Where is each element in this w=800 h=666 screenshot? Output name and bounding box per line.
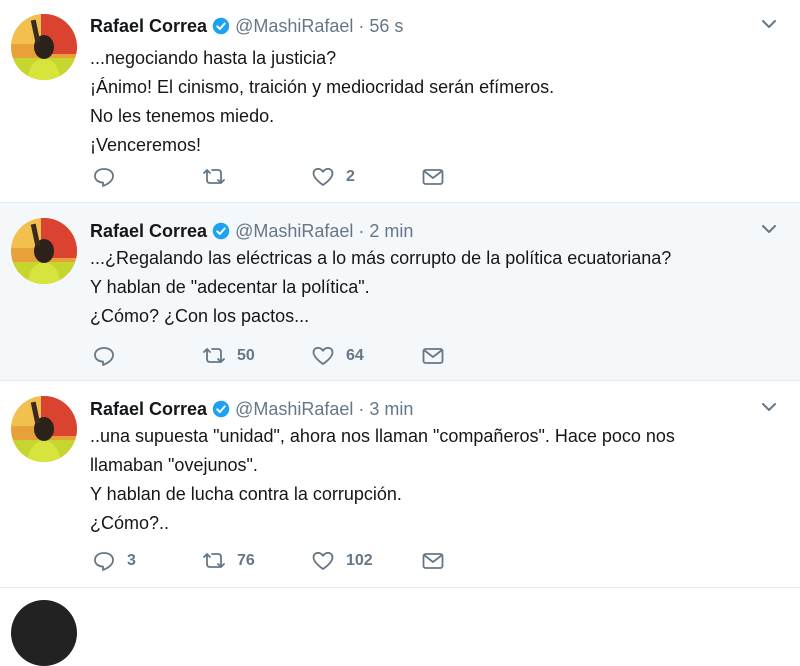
chevron-down-icon[interactable] [760,15,778,33]
reply-button[interactable] [92,343,127,369]
author-handle[interactable]: @MashiRafael [235,16,353,37]
separator-dot: · [358,220,365,241]
tweet-header: Rafael Correa @MashiRafael · 56 s [90,14,403,38]
tweet-text: ...negociando hasta la justicia? ¡Ánimo!… [90,44,780,160]
avatar[interactable] [11,218,77,284]
heart-icon [312,167,334,186]
reply-button[interactable]: 3 [92,548,136,574]
retweet-count: 76 [237,552,255,569]
tweet-text-line: No les tenemos miedo. [90,106,275,126]
tweet-text: ...¿Regalando las eléctricas a lo más co… [90,244,780,331]
direct-message-button[interactable] [421,164,445,190]
tweet-text-line: Y hablan de "adecentar la política". [90,277,370,297]
tweet-text-line: ...¿Regalando las eléctricas a lo más co… [90,248,672,268]
avatar-image [11,14,77,80]
retweet-button[interactable]: 76 [202,548,255,574]
like-count: 2 [346,168,355,185]
separator-dot: · [358,15,365,36]
author-name[interactable]: Rafael Correa [90,16,207,37]
retweet-button[interactable] [202,164,237,190]
tweet-text-line: ...negociando hasta la justicia? [90,48,337,68]
chevron-down-icon[interactable] [760,398,778,416]
author-name[interactable]: Rafael Correa [90,399,207,420]
tweet-text: ..una supuesta "unidad", ahora nos llama… [90,422,780,538]
envelope-icon [422,348,444,364]
envelope-icon [422,553,444,569]
tweet-text-line: ¿Cómo? ¿Con los pactos... [90,306,310,326]
tweet-text-line: ..una supuesta "unidad", ahora nos llama… [90,426,675,446]
tweet-header: Rafael Correa @MashiRafael · 2 min [90,219,413,243]
tweet[interactable]: Rafael Correa @MashiRafael · 3 min ..una… [0,381,800,588]
tweet-actions: 3 76 102 [92,548,452,574]
retweet-button[interactable]: 50 [202,343,255,369]
tweet-text-line: llamaban "ovejunos". [90,455,258,475]
like-count: 102 [346,552,373,569]
tweet-text-line: ¡Venceremos! [90,135,202,155]
tweet-actions: 2 [92,164,452,190]
avatar[interactable] [11,396,77,462]
author-handle[interactable]: @MashiRafael [235,399,353,420]
tweet[interactable]: Rafael Correa @MashiRafael · 2 min ...¿R… [0,203,800,381]
chevron-down-icon[interactable] [760,220,778,238]
envelope-icon [422,169,444,185]
avatar[interactable] [11,14,77,80]
separator-dot: · [358,398,365,419]
retweet-icon [203,553,225,568]
tweet[interactable]: Rafael Correa @MashiRafael · 56 s ...neg… [0,0,800,203]
retweet-icon [203,169,225,184]
direct-message-button[interactable] [421,343,445,369]
tweet-actions: 50 64 [92,343,452,369]
reply-icon [94,347,114,366]
like-button[interactable]: 102 [311,548,373,574]
avatar-image [11,218,77,284]
timeline: Rafael Correa @MashiRafael · 56 s ...neg… [0,0,800,666]
tweet-timestamp[interactable]: 3 min [369,399,413,420]
reply-count: 3 [127,552,136,569]
heart-icon [312,551,334,570]
reply-button[interactable] [92,164,127,190]
verified-badge-icon [212,17,230,35]
tweet-timestamp[interactable]: 2 min [369,221,413,242]
like-count: 64 [346,347,364,364]
tweet-text-line: ¿Cómo?.. [90,513,170,533]
tweet-timestamp[interactable]: 56 s [369,16,403,37]
reply-icon [94,552,114,571]
verified-badge-icon [212,222,230,240]
heart-icon [312,346,334,365]
like-button[interactable]: 64 [311,343,364,369]
direct-message-button[interactable] [421,548,445,574]
retweet-icon [203,348,225,363]
tweet-header: Rafael Correa @MashiRafael · 3 min [90,397,413,421]
retweet-count: 50 [237,347,255,364]
tweet-text-line: ¡Ánimo! El cinismo, traición y mediocrid… [90,77,555,97]
author-name[interactable]: Rafael Correa [90,221,207,242]
tweet-text-line: Y hablan de lucha contra la corrupción. [90,484,402,504]
next-tweet-avatar[interactable] [11,600,77,666]
like-button[interactable]: 2 [311,164,355,190]
avatar-image [11,396,77,462]
author-handle[interactable]: @MashiRafael [235,221,353,242]
verified-badge-icon [212,400,230,418]
reply-icon [94,168,114,187]
